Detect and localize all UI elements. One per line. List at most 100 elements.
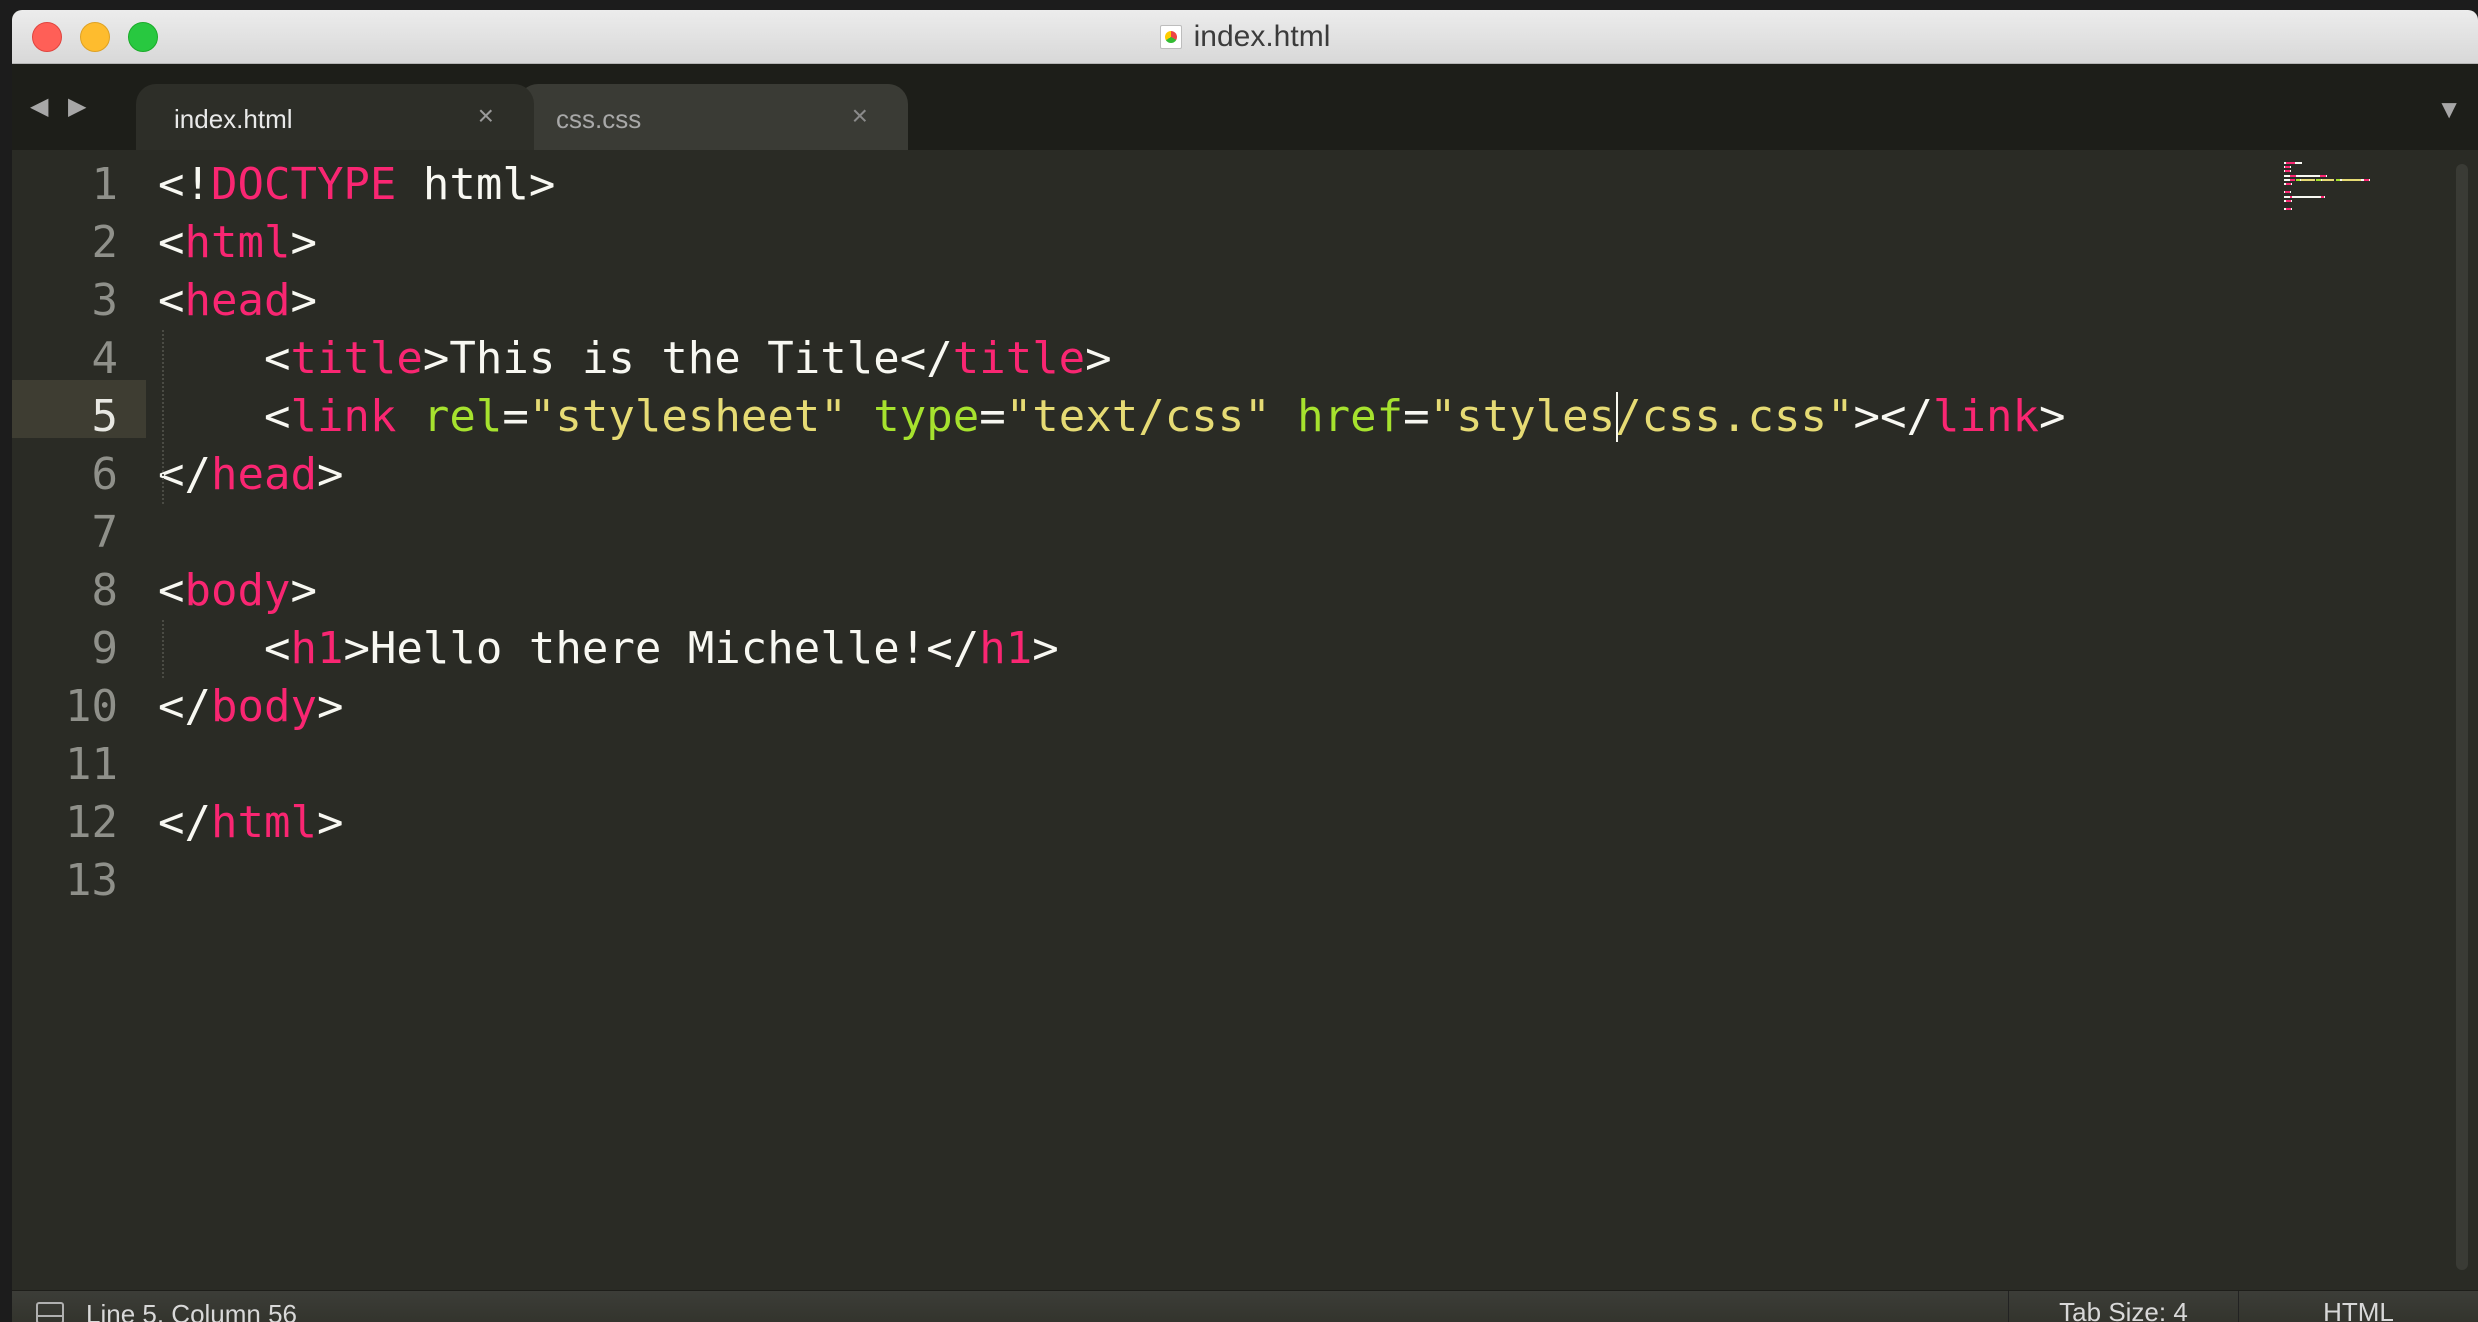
minimap[interactable] [2284,162,2454,222]
editor-window: index.html ◀ ▶ index.html × css.css × ▼ … [12,10,2478,1322]
code-token: </ [158,681,211,732]
code-token: > [1085,333,1112,384]
cursor-position: Line 5, Column 56 [86,1299,298,1322]
minimap-token [2341,178,2361,181]
minimap-token [2291,199,2293,202]
tab-css-css[interactable]: css.css × [518,84,908,150]
html-file-icon [1159,25,1182,49]
code-token: body [210,681,317,732]
code-token: link [1932,391,2039,442]
code-token: < [158,275,185,326]
minimap-token [2292,195,2322,198]
minimap-token [2300,178,2316,181]
code-token: type [873,391,980,442]
tab-close-icon[interactable]: × [478,100,494,132]
code-token: rel [422,391,503,442]
minimap-token [2291,208,2293,211]
line-number: 13 [65,855,118,906]
code-token: < [158,565,185,616]
code-line: <head> [158,272,317,330]
title-bar: index.html [12,10,2478,64]
window-title: index.html [12,10,2478,64]
line-number: 4 [91,333,119,384]
tab-close-icon[interactable]: × [852,100,868,132]
code-line: <link rel="stylesheet" type="text/css" h… [158,388,2065,446]
code-token: < [158,623,291,674]
code-token: link [290,391,397,442]
code-token: </ [158,797,211,848]
code-token: >Hello there Michelle!</ [343,623,980,674]
code-token: > [316,797,344,848]
code-token: = [502,391,529,442]
code-token: </ [158,449,211,500]
code-token: html [184,217,291,268]
code-token: > [290,275,317,326]
line-number: 1 [91,159,119,210]
code-line: <h1>Hello there Michelle!</h1> [158,620,1059,678]
code-token: > [290,565,317,616]
line-number: 5 [91,391,119,442]
code-token: h1 [290,623,344,674]
tab-index-html[interactable]: index.html × [136,84,534,150]
indent-guide [162,330,164,504]
code-token: "stylesheet" [528,391,847,442]
minimap-token [2290,166,2292,169]
tab-label: css.css [556,104,642,134]
code-token: = [979,391,1006,442]
code-token: head [210,449,317,500]
code-line: <html> [158,214,317,272]
code-token: > [1032,623,1059,674]
code-editor[interactable]: 1 2 3 4 5 6 7 8 9 10 11 12 13 <!DOCTYPE html> <html> <… [12,150,2478,1290]
vertical-scrollbar[interactable] [2456,164,2468,1270]
next-file-icon[interactable]: ▶ [68,92,86,121]
code-token: head [184,275,291,326]
code-token: html [210,797,317,848]
code-token: "styles/css.css" [1429,391,1854,442]
code-token: h1 [979,623,1033,674]
code-token: < [158,391,291,442]
code-token: > [290,217,317,268]
tab-bar: ◀ ▶ index.html × css.css × ▼ [12,64,2478,150]
code-line: </body> [158,678,343,736]
window-title-text: index.html [1193,20,1331,53]
code-line: </head> [158,446,343,504]
code-line: <!DOCTYPE html> [158,156,555,214]
code-line: <body> [158,562,317,620]
code-line: </html> [158,794,343,852]
line-number: 2 [91,217,119,268]
text-caret [1615,392,1618,442]
code-token: DOCTYPE [210,159,397,210]
code-token: html> [396,159,556,210]
code-token: > [2038,391,2066,442]
tab-size-selector[interactable]: Tab Size: 4 [2008,1291,2238,1322]
panel-toggle-icon[interactable] [36,1302,64,1322]
line-number-gutter: 1 2 3 4 5 6 7 8 9 10 11 12 13 [12,150,146,1290]
code-token: ></ [1853,391,1933,442]
syntax-selector[interactable]: HTML [2238,1291,2478,1322]
tab-label: index.html [174,104,293,134]
code-token: <! [158,159,211,210]
code-token: < [158,333,291,384]
code-token: > [316,681,344,732]
minimap-token [2291,183,2293,185]
tab-overflow-icon[interactable]: ▼ [2436,94,2462,125]
minimap-token [2323,195,2325,198]
status-bar: Line 5, Column 56 Tab Size: 4 HTML [12,1290,2478,1322]
code-token: href [1297,391,1404,442]
code-token: body [184,565,291,616]
minimap-token [2296,174,2320,177]
minimap-token [2322,178,2335,181]
code-token: >This is the Title</ [422,333,953,384]
minimap-token [2290,191,2292,194]
line-number: 6 [91,449,119,500]
line-number: 3 [91,275,119,326]
indent-guide [162,620,164,678]
code-token: title [290,333,423,384]
line-number: 9 [91,623,119,674]
line-number: 10 [65,681,118,732]
line-number: 12 [65,797,118,848]
previous-file-icon[interactable]: ◀ [30,92,48,121]
